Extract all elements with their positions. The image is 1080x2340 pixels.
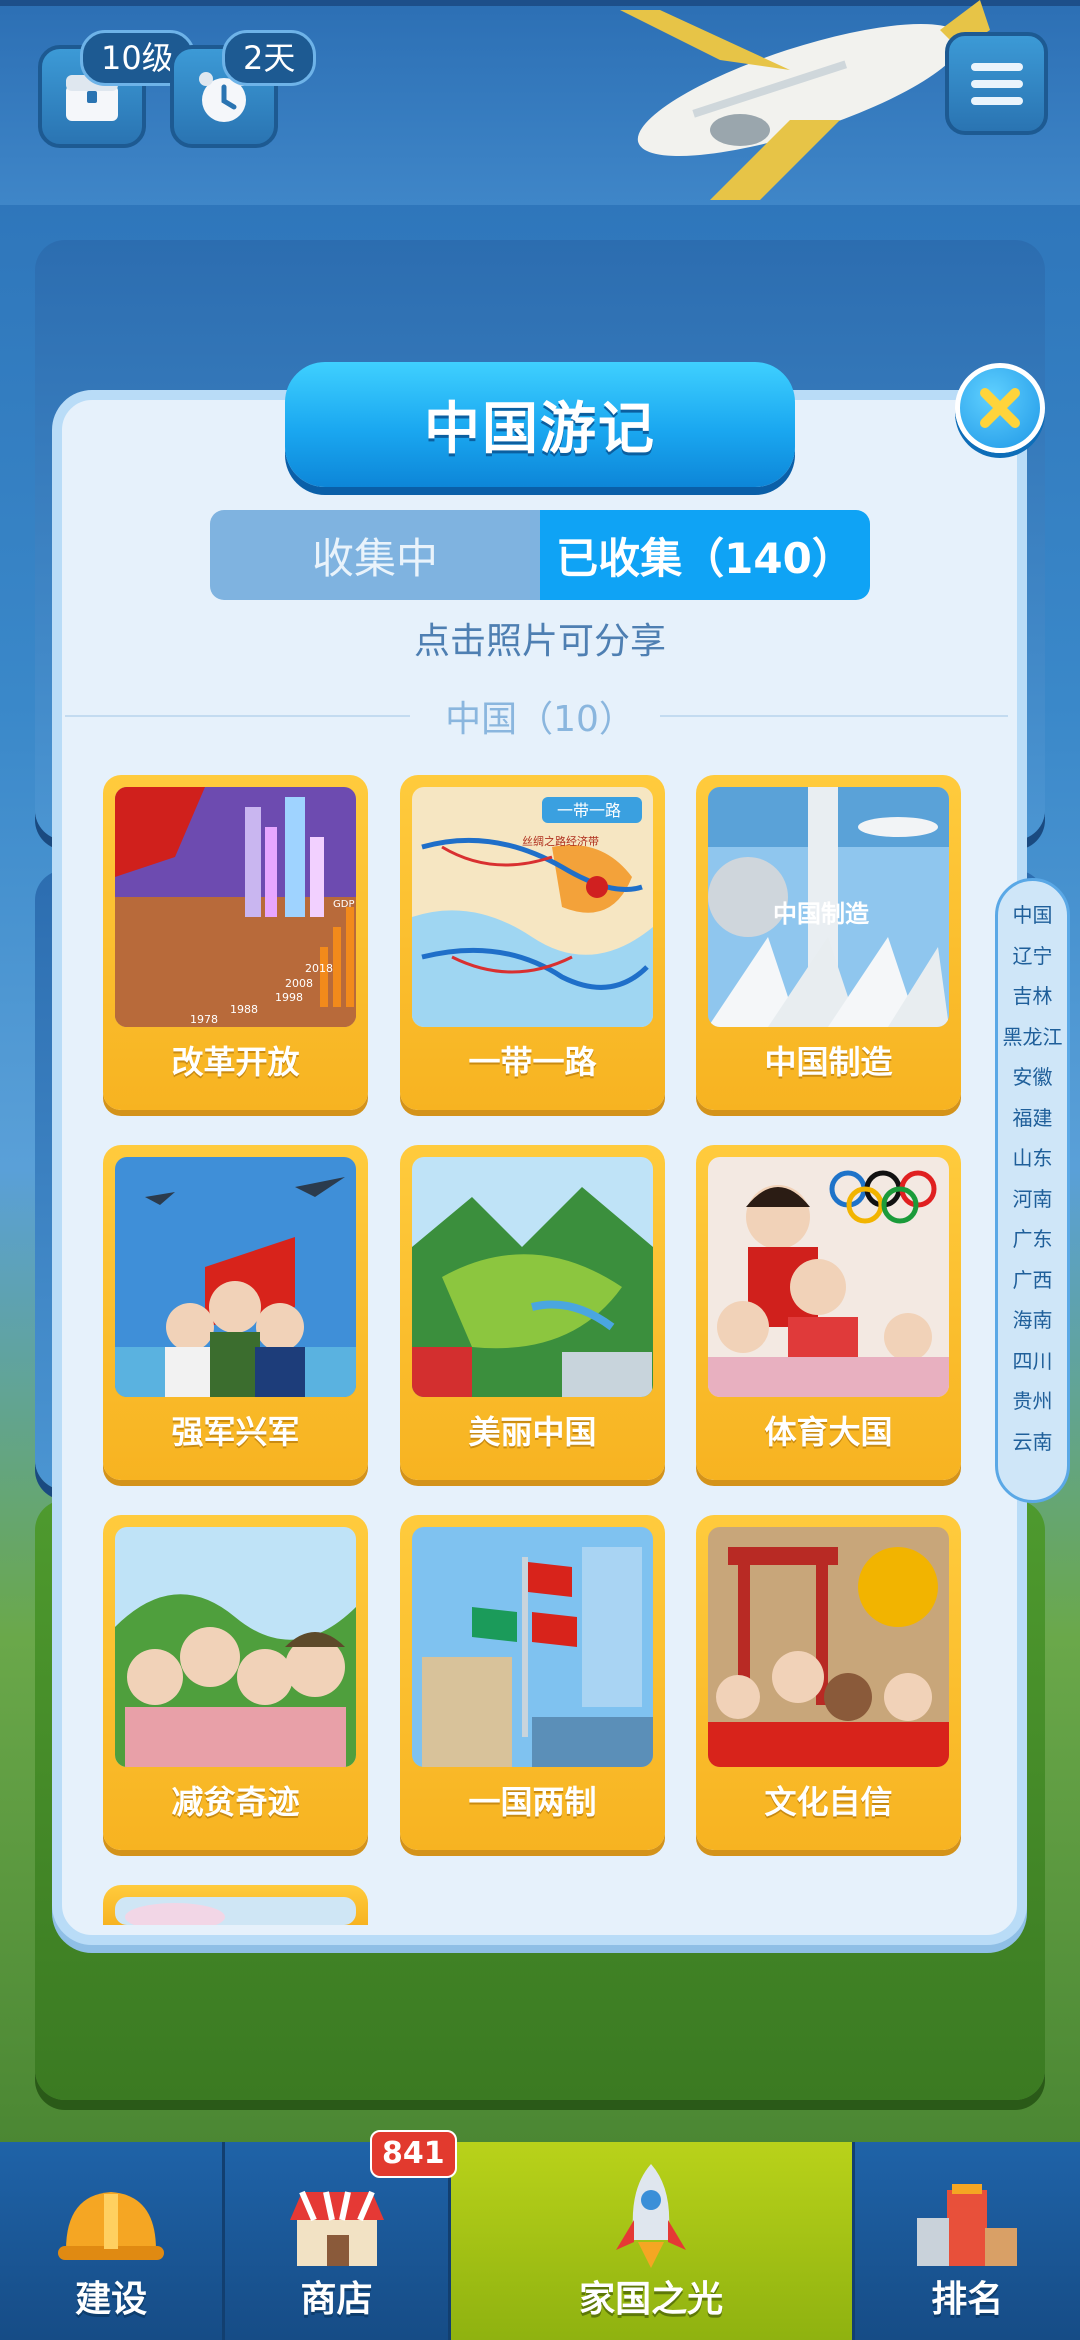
belt-road-sub: 丝绸之路经济带 [522, 834, 599, 848]
nav-label: 排名 [931, 2279, 1004, 2320]
province-index-item[interactable]: 云南 [1013, 1422, 1053, 1463]
card-label: 一带一路 [468, 1043, 597, 1081]
close-button[interactable] [955, 363, 1045, 453]
airplane-illustration [620, 0, 990, 200]
photo-card-made-in-china[interactable]: 中国制造 中国制造 [696, 775, 961, 1110]
card-label: 中国制造 [764, 1043, 893, 1081]
photo-poverty [115, 1527, 356, 1767]
photo-made-in-china: 中国制造 [708, 787, 949, 1027]
photo-card-reform[interactable]: 1998 2018 2008 1988 1978 GDP 改革开放 [103, 775, 368, 1110]
photo-military [115, 1157, 356, 1397]
card-label: 减贫奇迹 [171, 1783, 300, 1821]
province-index-item[interactable]: 河南 [1013, 1179, 1053, 1220]
card-label: 一国两制 [468, 1783, 597, 1821]
podium-icon [917, 2184, 1018, 2266]
photo-card-poverty[interactable]: 减贫奇迹 [103, 1515, 368, 1850]
reform-gdp: GDP [333, 899, 354, 910]
card-label: 体育大国 [764, 1413, 893, 1451]
photo-one-country [412, 1527, 653, 1767]
province-index-item[interactable]: 贵州 [1013, 1381, 1053, 1422]
modal-title: 中国游记 [285, 362, 795, 487]
top-bar: 10级 2天 [0, 0, 1080, 205]
card-label: 改革开放 [171, 1043, 300, 1081]
province-index-item[interactable]: 吉林 [1013, 976, 1053, 1017]
card-label: 强军兴军 [171, 1413, 300, 1451]
belt-road-title: 一带一路 [557, 801, 621, 820]
province-index-item[interactable]: 福建 [1013, 1098, 1053, 1139]
photo-belt-road: 一带一路 丝绸之路经济带 [412, 787, 653, 1027]
reform-year-2008: 2008 [285, 977, 313, 990]
reform-year-1998: 1998 [275, 991, 303, 1004]
photo-sports [708, 1157, 949, 1397]
photo-card-one-country[interactable]: 一国两制 [400, 1515, 665, 1850]
shop-icon [289, 2190, 384, 2266]
photo-partial [115, 1897, 356, 1925]
photo-reform: 1998 2018 2008 1988 1978 GDP [115, 787, 356, 1027]
nav-label: 商店 [300, 2279, 373, 2320]
shop-badge: 841 [370, 2130, 457, 2178]
card-label: 文化自信 [764, 1783, 893, 1821]
nav-build[interactable]: 建设 [0, 2142, 226, 2340]
nav-label: 建设 [75, 2279, 148, 2320]
province-index-item[interactable]: 广东 [1013, 1219, 1053, 1260]
province-index-item[interactable]: 广西 [1013, 1260, 1053, 1301]
province-index-item[interactable]: 安徽 [1013, 1057, 1053, 1098]
rocket-icon [616, 2164, 687, 2268]
province-index-item[interactable]: 四川 [1013, 1341, 1053, 1382]
close-icon [980, 388, 1020, 428]
menu-button[interactable] [945, 32, 1048, 135]
tab-collected[interactable]: 已收集（140） [540, 510, 870, 600]
province-index-item[interactable]: 辽宁 [1013, 936, 1053, 977]
bottom-nav: 建设 商店 家国之光 排名 [0, 2142, 1080, 2340]
province-index-item[interactable]: 海南 [1013, 1300, 1053, 1341]
photo-card-beautiful-china[interactable]: 美丽中国 [400, 1145, 665, 1480]
helmet-icon [58, 2192, 165, 2260]
section-divider-right [660, 715, 1008, 717]
province-index-item[interactable]: 中国 [1013, 895, 1053, 936]
nav-ranking[interactable]: 排名 [855, 2142, 1080, 2340]
province-index: 中国 辽宁 吉林 黑龙江 安徽 福建 山东 河南 广东 广西 海南 四川 贵州 … [995, 878, 1070, 1503]
reform-year-1978: 1978 [190, 1013, 218, 1026]
card-label: 美丽中国 [468, 1413, 597, 1451]
photo-culture [708, 1527, 949, 1767]
collection-tabs: 收集中 已收集（140） [210, 510, 870, 600]
reform-year-2018: 2018 [305, 962, 333, 975]
photo-card-partial[interactable] [103, 1885, 368, 1925]
days-badge: 2天 [222, 30, 317, 86]
tab-collecting[interactable]: 收集中 [210, 510, 540, 600]
reform-year-1988: 1988 [230, 1003, 258, 1016]
made-in-china-text: 中国制造 [773, 900, 869, 928]
photo-beautiful-china [412, 1157, 653, 1397]
share-hint: 点击照片可分享 [413, 621, 666, 662]
photo-card-culture[interactable]: 文化自信 [696, 1515, 961, 1850]
nav-label: 家国之光 [579, 2279, 724, 2320]
province-index-item[interactable]: 山东 [1013, 1138, 1053, 1179]
photo-card-military[interactable]: 强军兴军 [103, 1145, 368, 1480]
nav-homeland[interactable]: 家国之光 [450, 2142, 855, 2340]
province-index-item[interactable]: 黑龙江 [1003, 1017, 1063, 1058]
hamburger-icon [970, 62, 1023, 105]
photo-card-belt-road[interactable]: 一带一路 丝绸之路经济带 一带一路 [400, 775, 665, 1110]
photo-card-sports[interactable]: 体育大国 [696, 1145, 961, 1480]
